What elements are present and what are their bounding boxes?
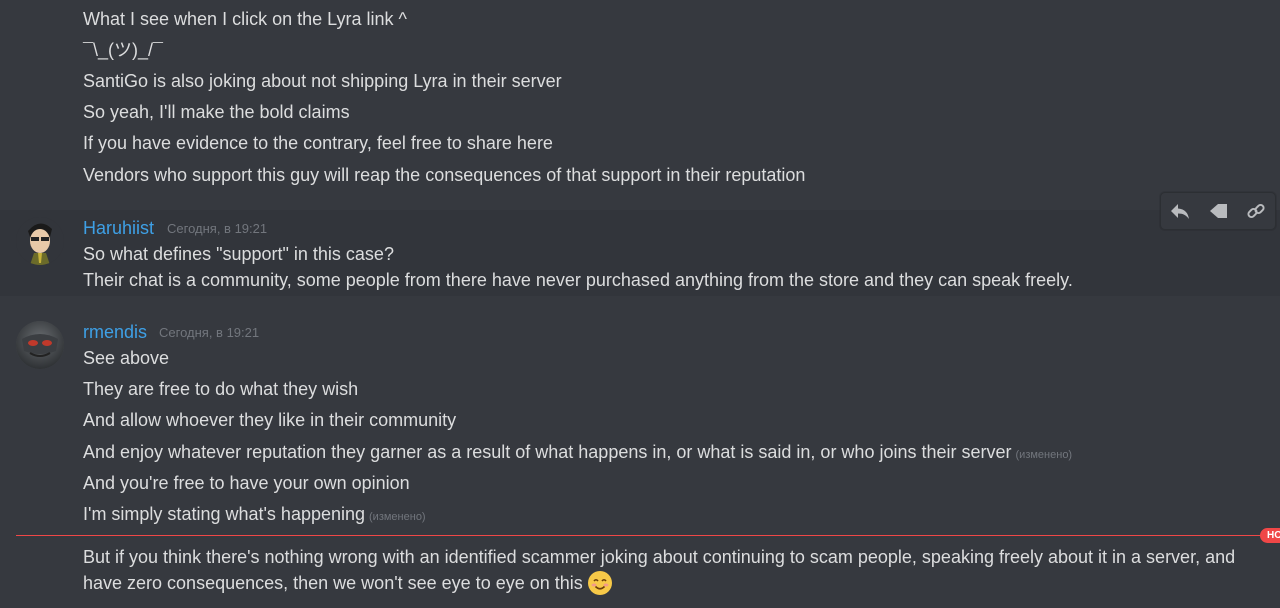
- edited-label: (изменено): [1015, 449, 1073, 461]
- avatar[interactable]: [16, 217, 64, 265]
- timestamp[interactable]: Сегодня, в 19:21: [159, 325, 259, 341]
- message-line: Vendors who support this guy will reap t…: [83, 165, 806, 185]
- message-line: SantiGo is also joking about not shippin…: [83, 71, 562, 91]
- message-line: So yeah, I'll make the bold claims: [83, 102, 350, 122]
- message-line: If you have evidence to the contrary, fe…: [83, 133, 553, 153]
- timestamp[interactable]: Сегодня, в 19:21: [167, 221, 267, 237]
- message-line: What I see when I click on the Lyra link…: [83, 9, 407, 29]
- message-line: They are free to do what they wish: [83, 379, 359, 399]
- message-text: I'm simply stating what's happening: [83, 504, 366, 524]
- reply-icon[interactable]: [1166, 197, 1194, 225]
- message-line: I'm simply stating what's happening (изме…: [83, 502, 426, 529]
- message-line: So what defines "support" in this case?: [83, 244, 394, 264]
- new-messages-badge: НО: [1260, 528, 1280, 543]
- link-icon[interactable]: [1242, 197, 1270, 225]
- smiling-face-emoji-icon[interactable]: [587, 570, 613, 596]
- username[interactable]: rmendis: [83, 321, 147, 343]
- message-line: And enjoy whatever reputation they garne…: [83, 440, 1072, 467]
- message-line: ¯\_(ツ)_/¯: [83, 40, 163, 60]
- new-messages-divider: [16, 535, 1266, 536]
- message-line: Their chat is a community, some people f…: [83, 270, 1073, 290]
- message-text: But if you think there's nothing wrong w…: [83, 547, 1236, 593]
- message-line: See above: [83, 348, 170, 368]
- edited-label: (изменено): [369, 511, 426, 523]
- message-toolbar: [1160, 192, 1276, 230]
- username[interactable]: Haruhiist: [83, 217, 154, 239]
- message-line: But if you think there's nothing wrong w…: [83, 544, 1258, 596]
- message-text: And enjoy whatever reputation they garne…: [83, 442, 1012, 462]
- message-line: And allow whoever they like in their com…: [83, 410, 457, 430]
- message-line: And you're free to have your own opinion: [83, 473, 410, 493]
- pin-icon[interactable]: [1204, 197, 1232, 225]
- avatar[interactable]: [16, 321, 64, 369]
